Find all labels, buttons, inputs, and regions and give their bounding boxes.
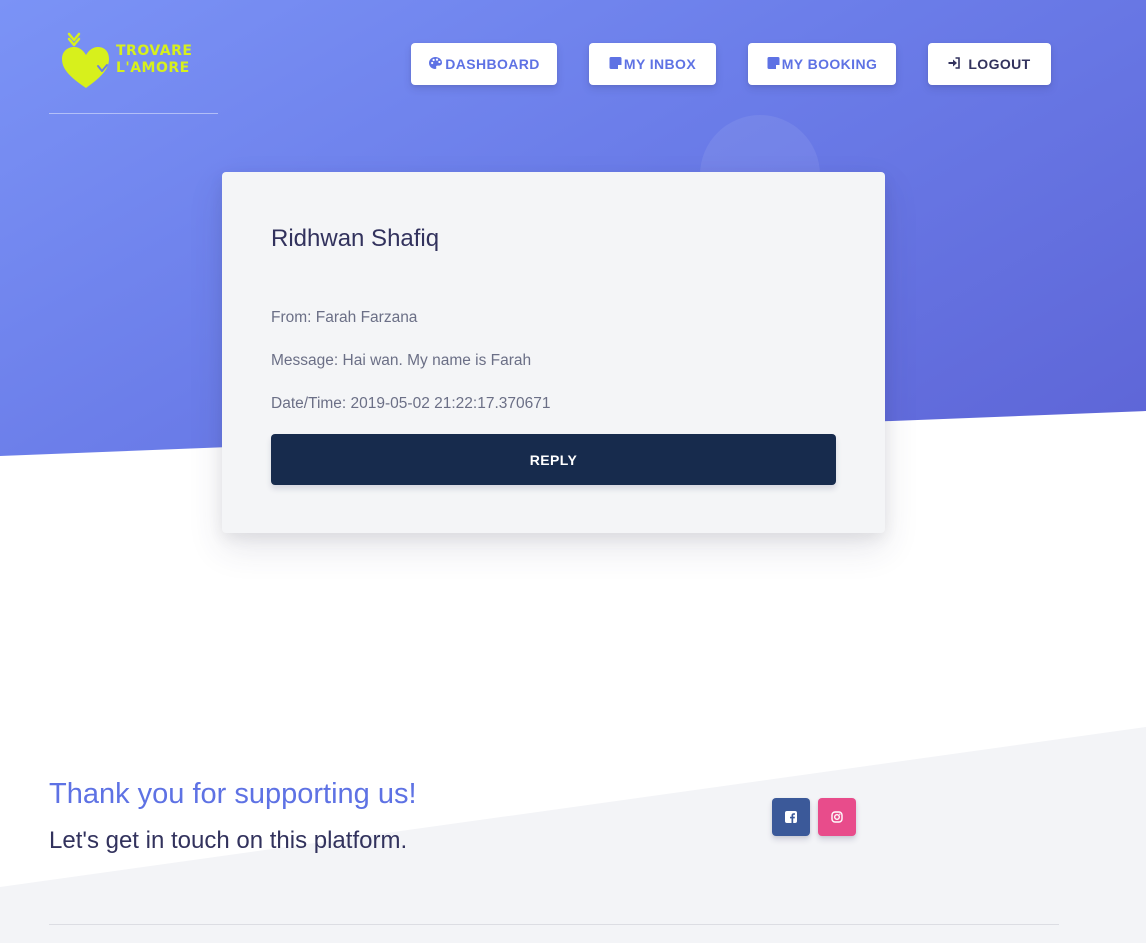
nav-booking-button[interactable]: MY BOOKING	[748, 43, 896, 85]
logo-divider	[49, 113, 218, 114]
brand-name-line1: TROVARE	[116, 43, 193, 59]
message-datetime: Date/Time: 2019-05-02 21:22:17.370671	[271, 395, 551, 412]
nav-logout-button[interactable]: LOGOUT	[928, 43, 1051, 85]
palette-icon	[428, 56, 443, 73]
reply-button[interactable]: REPLY	[271, 434, 836, 485]
facebook-icon	[785, 811, 797, 823]
footer-title: Thank you for supporting us!	[49, 778, 417, 810]
sign-in-icon	[948, 56, 961, 72]
brand-name: TROVARE L'AMORE	[116, 43, 192, 77]
message-card: Ridhwan Shafiq From: Farah Farzana Messa…	[222, 172, 885, 533]
message-from: From: Farah Farzana	[271, 309, 418, 326]
nav-inbox-button[interactable]: MY INBOX	[589, 43, 716, 85]
footer-divider	[49, 924, 1059, 925]
nav-logout-label: LOGOUT	[968, 56, 1031, 72]
brand-logo[interactable]: TROVARE L'AMORE	[60, 28, 200, 92]
nav-inbox-label: MY INBOX	[623, 56, 697, 72]
footer-subtitle: Let's get in touch on this platform.	[49, 827, 408, 854]
message-body: Message: Hai wan. My name is Farah	[271, 352, 532, 369]
page: TROVARE L'AMORE DASHBOARD MY INBOX MY BO…	[0, 0, 1146, 943]
nav-dashboard-button[interactable]: DASHBOARD	[411, 43, 557, 85]
booking-icon	[767, 56, 780, 73]
nav-dashboard-label: DASHBOARD	[445, 56, 540, 72]
brand-name-line2: L'AMORE	[116, 60, 190, 76]
nav-booking-label: MY BOOKING	[781, 56, 878, 72]
recipient-name: Ridhwan Shafiq	[271, 225, 440, 252]
facebook-button[interactable]	[772, 798, 810, 836]
instagram-icon	[831, 811, 843, 823]
instagram-button[interactable]	[818, 798, 856, 836]
inbox-icon	[609, 56, 622, 73]
heart-logo-icon	[62, 32, 109, 88]
